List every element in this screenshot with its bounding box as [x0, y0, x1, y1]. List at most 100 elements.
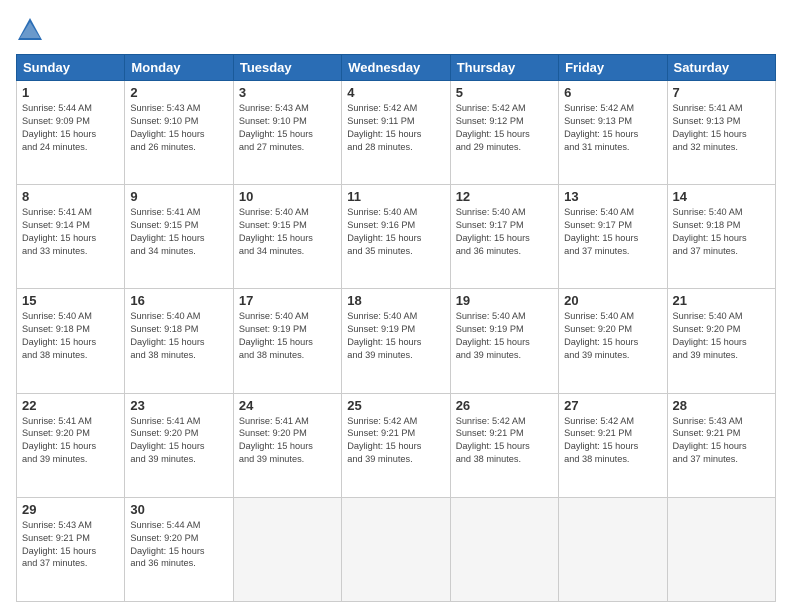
- calendar-week-row: 22 Sunrise: 5:41 AMSunset: 9:20 PMDayligh…: [17, 393, 776, 497]
- day-info: Sunrise: 5:40 AMSunset: 9:18 PMDaylight:…: [673, 206, 770, 258]
- calendar-cell: [342, 497, 450, 601]
- calendar-week-row: 8 Sunrise: 5:41 AMSunset: 9:14 PMDaylight…: [17, 185, 776, 289]
- calendar-cell: 8 Sunrise: 5:41 AMSunset: 9:14 PMDaylight…: [17, 185, 125, 289]
- header-day: Saturday: [667, 55, 775, 81]
- calendar-cell: [559, 497, 667, 601]
- day-number: 14: [673, 189, 770, 204]
- day-number: 17: [239, 293, 336, 308]
- day-number: 26: [456, 398, 553, 413]
- day-info: Sunrise: 5:42 AMSunset: 9:21 PMDaylight:…: [456, 415, 553, 467]
- calendar-cell: 23 Sunrise: 5:41 AMSunset: 9:20 PMDayligh…: [125, 393, 233, 497]
- calendar-cell: [233, 497, 341, 601]
- day-info: Sunrise: 5:41 AMSunset: 9:20 PMDaylight:…: [239, 415, 336, 467]
- day-number: 5: [456, 85, 553, 100]
- day-info: Sunrise: 5:40 AMSunset: 9:15 PMDaylight:…: [239, 206, 336, 258]
- day-number: 29: [22, 502, 119, 517]
- calendar-cell: 4 Sunrise: 5:42 AMSunset: 9:11 PMDaylight…: [342, 81, 450, 185]
- calendar-week-row: 15 Sunrise: 5:40 AMSunset: 9:18 PMDayligh…: [17, 289, 776, 393]
- header-day: Tuesday: [233, 55, 341, 81]
- calendar-cell: 26 Sunrise: 5:42 AMSunset: 9:21 PMDayligh…: [450, 393, 558, 497]
- header-row: SundayMondayTuesdayWednesdayThursdayFrid…: [17, 55, 776, 81]
- calendar-cell: [667, 497, 775, 601]
- header-day: Monday: [125, 55, 233, 81]
- day-number: 27: [564, 398, 661, 413]
- calendar-cell: 17 Sunrise: 5:40 AMSunset: 9:19 PMDayligh…: [233, 289, 341, 393]
- calendar-body: 1 Sunrise: 5:44 AMSunset: 9:09 PMDaylight…: [17, 81, 776, 602]
- header-day: Thursday: [450, 55, 558, 81]
- day-number: 8: [22, 189, 119, 204]
- calendar-cell: 11 Sunrise: 5:40 AMSunset: 9:16 PMDayligh…: [342, 185, 450, 289]
- day-number: 12: [456, 189, 553, 204]
- calendar-cell: 10 Sunrise: 5:40 AMSunset: 9:15 PMDayligh…: [233, 185, 341, 289]
- day-number: 15: [22, 293, 119, 308]
- day-number: 16: [130, 293, 227, 308]
- day-info: Sunrise: 5:43 AMSunset: 9:10 PMDaylight:…: [239, 102, 336, 154]
- day-info: Sunrise: 5:40 AMSunset: 9:16 PMDaylight:…: [347, 206, 444, 258]
- day-number: 23: [130, 398, 227, 413]
- calendar-header: SundayMondayTuesdayWednesdayThursdayFrid…: [17, 55, 776, 81]
- day-info: Sunrise: 5:43 AMSunset: 9:21 PMDaylight:…: [22, 519, 119, 571]
- day-number: 30: [130, 502, 227, 517]
- calendar-cell: 6Sunrise: 5:42 AMSunset: 9:13 PMDaylight…: [559, 81, 667, 185]
- day-number: 11: [347, 189, 444, 204]
- day-number: 18: [347, 293, 444, 308]
- calendar-cell: [450, 497, 558, 601]
- header-day: Sunday: [17, 55, 125, 81]
- day-info: Sunrise: 5:43 AMSunset: 9:21 PMDaylight:…: [673, 415, 770, 467]
- day-info: Sunrise: 5:41 AMSunset: 9:15 PMDaylight:…: [130, 206, 227, 258]
- day-info: Sunrise: 5:40 AMSunset: 9:19 PMDaylight:…: [347, 310, 444, 362]
- calendar-cell: 20Sunrise: 5:40 AMSunset: 9:20 PMDayligh…: [559, 289, 667, 393]
- calendar-cell: 25 Sunrise: 5:42 AMSunset: 9:21 PMDayligh…: [342, 393, 450, 497]
- calendar-cell: 9 Sunrise: 5:41 AMSunset: 9:15 PMDaylight…: [125, 185, 233, 289]
- day-info: Sunrise: 5:41 AMSunset: 9:13 PMDaylight:…: [673, 102, 770, 154]
- calendar-cell: 15Sunrise: 5:40 AMSunset: 9:18 PMDayligh…: [17, 289, 125, 393]
- calendar-cell: 14 Sunrise: 5:40 AMSunset: 9:18 PMDayligh…: [667, 185, 775, 289]
- calendar-cell: 30 Sunrise: 5:44 AMSunset: 9:20 PMDayligh…: [125, 497, 233, 601]
- day-info: Sunrise: 5:44 AMSunset: 9:09 PMDaylight:…: [22, 102, 119, 154]
- day-number: 25: [347, 398, 444, 413]
- calendar-cell: 22 Sunrise: 5:41 AMSunset: 9:20 PMDayligh…: [17, 393, 125, 497]
- calendar-cell: 24Sunrise: 5:41 AMSunset: 9:20 PMDayligh…: [233, 393, 341, 497]
- day-number: 3: [239, 85, 336, 100]
- day-number: 9: [130, 189, 227, 204]
- day-number: 2: [130, 85, 227, 100]
- day-info: Sunrise: 5:41 AMSunset: 9:14 PMDaylight:…: [22, 206, 119, 258]
- header-day: Wednesday: [342, 55, 450, 81]
- day-info: Sunrise: 5:42 AMSunset: 9:11 PMDaylight:…: [347, 102, 444, 154]
- calendar-cell: 1 Sunrise: 5:44 AMSunset: 9:09 PMDaylight…: [17, 81, 125, 185]
- logo-icon: [16, 16, 44, 44]
- logo: [16, 16, 46, 44]
- day-info: Sunrise: 5:42 AMSunset: 9:21 PMDaylight:…: [347, 415, 444, 467]
- day-info: Sunrise: 5:42 AMSunset: 9:13 PMDaylight:…: [564, 102, 661, 154]
- day-info: Sunrise: 5:40 AMSunset: 9:19 PMDaylight:…: [456, 310, 553, 362]
- day-number: 10: [239, 189, 336, 204]
- calendar-table: SundayMondayTuesdayWednesdayThursdayFrid…: [16, 54, 776, 602]
- calendar-cell: 18 Sunrise: 5:40 AMSunset: 9:19 PMDayligh…: [342, 289, 450, 393]
- day-info: Sunrise: 5:40 AMSunset: 9:17 PMDaylight:…: [456, 206, 553, 258]
- day-number: 21: [673, 293, 770, 308]
- day-info: Sunrise: 5:40 AMSunset: 9:20 PMDaylight:…: [673, 310, 770, 362]
- calendar-week-row: 29 Sunrise: 5:43 AMSunset: 9:21 PMDayligh…: [17, 497, 776, 601]
- day-info: Sunrise: 5:41 AMSunset: 9:20 PMDaylight:…: [130, 415, 227, 467]
- calendar-cell: 7 Sunrise: 5:41 AMSunset: 9:13 PMDaylight…: [667, 81, 775, 185]
- day-number: 1: [22, 85, 119, 100]
- calendar-cell: 21 Sunrise: 5:40 AMSunset: 9:20 PMDayligh…: [667, 289, 775, 393]
- calendar-cell: 29 Sunrise: 5:43 AMSunset: 9:21 PMDayligh…: [17, 497, 125, 601]
- page: SundayMondayTuesdayWednesdayThursdayFrid…: [0, 0, 792, 612]
- day-number: 4: [347, 85, 444, 100]
- calendar-cell: 19Sunrise: 5:40 AMSunset: 9:19 PMDayligh…: [450, 289, 558, 393]
- header-day: Friday: [559, 55, 667, 81]
- calendar-cell: 13Sunrise: 5:40 AMSunset: 9:17 PMDayligh…: [559, 185, 667, 289]
- day-number: 7: [673, 85, 770, 100]
- day-info: Sunrise: 5:41 AMSunset: 9:20 PMDaylight:…: [22, 415, 119, 467]
- day-number: 22: [22, 398, 119, 413]
- calendar-cell: 3 Sunrise: 5:43 AMSunset: 9:10 PMDaylight…: [233, 81, 341, 185]
- day-number: 13: [564, 189, 661, 204]
- day-info: Sunrise: 5:44 AMSunset: 9:20 PMDaylight:…: [130, 519, 227, 571]
- day-number: 20: [564, 293, 661, 308]
- day-number: 28: [673, 398, 770, 413]
- calendar-week-row: 1 Sunrise: 5:44 AMSunset: 9:09 PMDaylight…: [17, 81, 776, 185]
- day-info: Sunrise: 5:40 AMSunset: 9:18 PMDaylight:…: [130, 310, 227, 362]
- calendar-cell: 2Sunrise: 5:43 AMSunset: 9:10 PMDaylight…: [125, 81, 233, 185]
- day-info: Sunrise: 5:40 AMSunset: 9:19 PMDaylight:…: [239, 310, 336, 362]
